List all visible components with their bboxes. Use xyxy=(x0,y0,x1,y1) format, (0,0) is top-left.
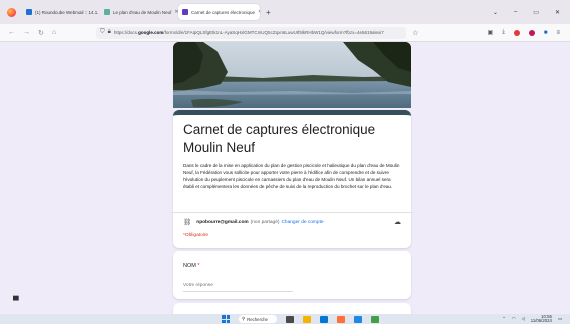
site-favicon-icon xyxy=(104,9,110,15)
account-row: ⛓︎ npobourre@gmail.com (non partagé) Cha… xyxy=(183,218,401,226)
required-asterisk: * xyxy=(197,263,200,269)
cloud-save-icon: ☁ xyxy=(394,219,401,226)
reload-icon[interactable]: ↻ xyxy=(38,29,44,37)
forward-icon[interactable]: → xyxy=(23,29,30,36)
answer-input[interactable]: Votre réponse xyxy=(183,283,293,292)
tab-label: Le plan d'eau de Moulin Neuf xyxy=(113,9,172,15)
home-icon[interactable]: ⌂ xyxy=(52,29,56,36)
extension-icon[interactable] xyxy=(528,29,535,36)
address-bar[interactable]: ⛉ 🔒︎ https://docs. google.com/forms/d/e/1… xyxy=(96,26,407,39)
form-header-card: Carnet de captures électronique Moulin N… xyxy=(173,110,411,248)
question-card-nom: NOM * Votre réponse xyxy=(173,251,411,299)
search-label: Recherche xyxy=(247,316,268,322)
url-prefix: https://docs. xyxy=(113,30,139,35)
search-icon: ⚲ xyxy=(242,316,246,321)
new-tab-button[interactable]: + xyxy=(266,8,271,17)
lock-icon[interactable]: 🔒︎ xyxy=(108,29,111,36)
close-tab-icon[interactable]: ✕ xyxy=(171,9,178,15)
tab-label: Carnet de captures électronique xyxy=(191,9,256,15)
system-tray: ⌃ ◠ ◁ 10:55 11/06/2024 ▭ xyxy=(502,314,562,323)
pocket-icon[interactable]: ▣ xyxy=(488,29,494,36)
not-shared-label: (non partagé) xyxy=(250,219,280,225)
browser-tab-strip: (1) Roundcube Webmail :: 14.1. ✕ Le plan… xyxy=(0,0,570,24)
clock[interactable]: 10:55 11/06/2024 xyxy=(530,314,552,323)
change-account-link[interactable]: Changer de compte xyxy=(281,220,323,225)
taskbar: ⚲ Recherche ⌃ ◠ ◁ 10:55 11/06/2024 ▭ xyxy=(0,314,570,324)
tab-label: (1) Roundcube Webmail :: 14.1. xyxy=(35,9,99,15)
shield-icon[interactable]: ⛉ xyxy=(100,29,105,36)
taskbar-apps: ⚲ Recherche xyxy=(222,315,379,323)
task-view-icon[interactable] xyxy=(286,315,294,323)
bookmark-star-icon[interactable]: ☆ xyxy=(412,29,418,37)
close-window-button[interactable]: ✕ xyxy=(555,9,560,16)
minimize-button[interactable]: – xyxy=(514,9,517,15)
form-description: Dans le cadre de la mise en application … xyxy=(183,163,400,189)
volume-icon[interactable]: ◁ xyxy=(521,316,524,322)
app-icon[interactable] xyxy=(371,315,379,323)
toolbar-extensions: ▣ ⤓ ■ ≡ xyxy=(488,29,560,36)
firefox-taskbar-icon[interactable] xyxy=(337,315,345,323)
adblock-extension-icon[interactable] xyxy=(513,29,520,36)
question-title: NOM xyxy=(183,263,196,269)
menu-icon[interactable]: ≡ xyxy=(556,30,560,36)
back-icon[interactable]: ← xyxy=(8,29,15,36)
divider xyxy=(173,212,411,213)
url-path: /forms/d/e/1FAIpQLSfgEtk1nL-AyaSqHxlGMTC… xyxy=(163,30,384,35)
downloads-icon[interactable]: ⤓ xyxy=(502,29,505,36)
account-switch-icon: ⛓︎ xyxy=(183,219,192,226)
tray-chevron-icon[interactable]: ⌃ xyxy=(502,316,506,322)
taskbar-search[interactable]: ⚲ Recherche xyxy=(239,315,277,323)
question-label: NOM * xyxy=(183,263,401,269)
forms-favicon-icon xyxy=(182,9,188,15)
windows-start-icon[interactable] xyxy=(222,315,230,323)
tab-list-icon[interactable]: ⌄ xyxy=(493,9,498,16)
mail-icon[interactable] xyxy=(354,315,362,323)
clock-date: 11/06/2024 xyxy=(530,318,552,323)
roundcube-favicon-icon xyxy=(26,9,32,15)
edge-icon[interactable] xyxy=(320,315,328,323)
tab-carnet-active[interactable]: Carnet de captures électronique ✕ xyxy=(178,4,260,20)
notifications-icon[interactable]: ▭ xyxy=(558,316,562,322)
header-banner-image xyxy=(173,42,411,108)
url-domain: google.com xyxy=(138,30,164,35)
feedback-icon[interactable]: ▀ xyxy=(13,296,19,305)
file-explorer-icon[interactable] xyxy=(303,315,311,323)
account-email: npobourre@gmail.com xyxy=(196,219,249,225)
wifi-icon[interactable]: ◠ xyxy=(512,316,516,322)
required-note: *Obligatoire xyxy=(183,233,209,238)
firefox-icon[interactable] xyxy=(7,7,16,17)
navigation-bar: ← → ↻ ⌂ ⛉ 🔒︎ https://docs. google.com/for… xyxy=(0,24,570,42)
extension-blue-icon[interactable]: ■ xyxy=(544,30,548,36)
tab-plan-eau[interactable]: Le plan d'eau de Moulin Neuf ✕ xyxy=(100,4,178,20)
window-controls: ⌄ – ▭ ✕ xyxy=(493,9,560,16)
close-tab-icon[interactable]: ✕ xyxy=(255,9,260,15)
maximize-button[interactable]: ▭ xyxy=(533,9,539,16)
tab-roundcube[interactable]: (1) Roundcube Webmail :: 14.1. ✕ xyxy=(22,4,100,20)
form-title: Carnet de captures électronique Moulin N… xyxy=(183,122,376,155)
lake-landscape-image xyxy=(173,42,411,108)
